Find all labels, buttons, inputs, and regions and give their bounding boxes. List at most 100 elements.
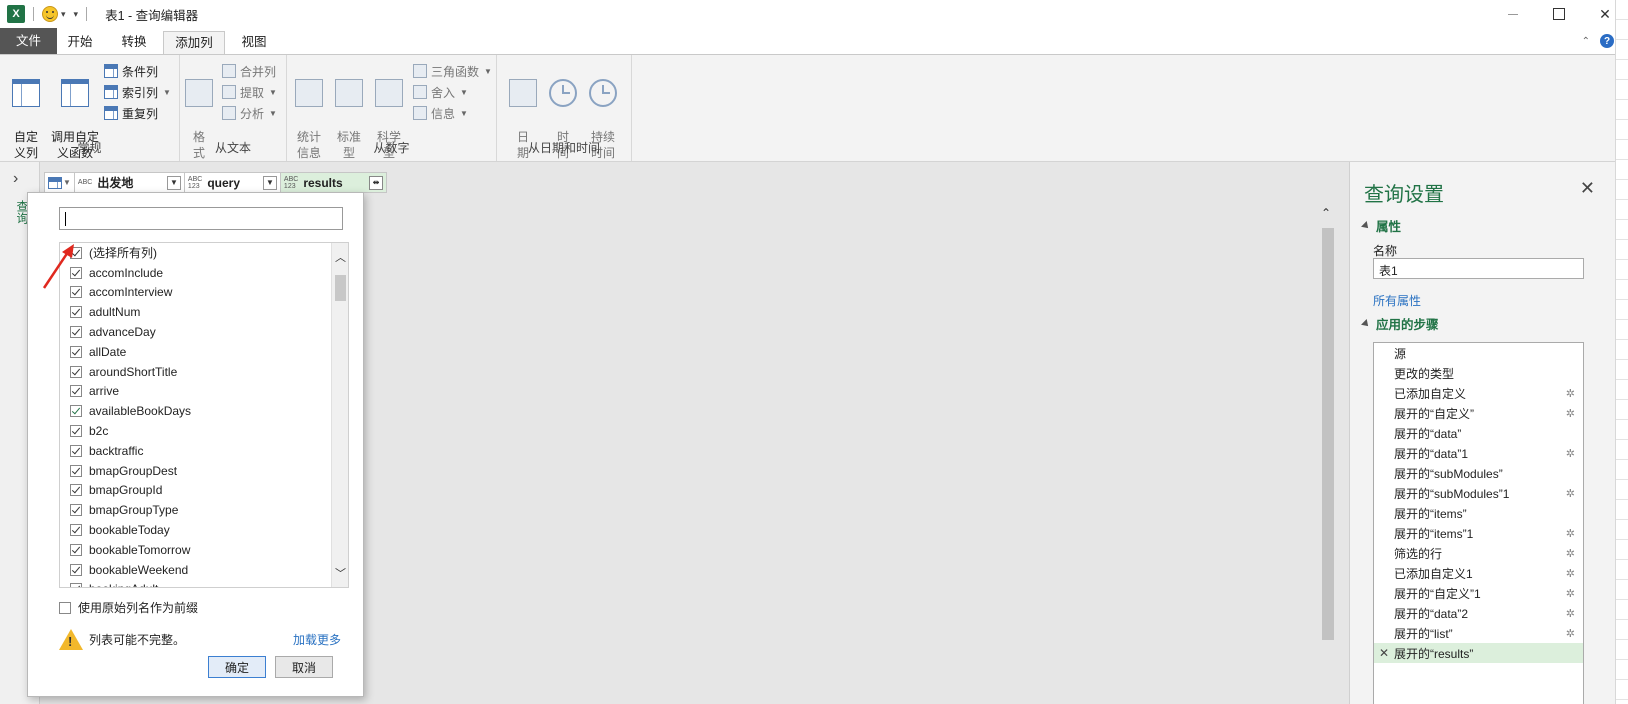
list-item[interactable]: backtraffic (60, 441, 332, 461)
quick-access-customize-icon[interactable]: ▾ (74, 9, 79, 20)
index-column-button[interactable]: 索引列 ▼ (104, 82, 171, 102)
scroll-thumb[interactable] (1322, 228, 1334, 640)
column-checkbox[interactable] (70, 345, 82, 358)
list-item[interactable]: bmapGroupDest (60, 461, 332, 481)
tab-file[interactable]: 文件 (0, 28, 57, 54)
applied-step[interactable]: 展开的“items” (1374, 503, 1583, 523)
column-checkbox[interactable] (70, 326, 82, 339)
applied-steps-section[interactable]: 应用的步骤 (1361, 314, 1439, 333)
collapse-ribbon-icon[interactable]: ⌃ (1582, 36, 1590, 47)
applied-step[interactable]: 展开的“data” (1374, 423, 1583, 443)
applied-step[interactable]: 展开的“自定义”1 ✲ (1374, 583, 1583, 603)
rounding-button[interactable]: 舍入 ▼ (413, 82, 468, 102)
column-filter-icon[interactable]: ▼ (166, 175, 181, 190)
properties-section[interactable]: 属性 (1361, 216, 1401, 235)
applied-step[interactable]: 展开的“items”1 ✲ (1374, 523, 1583, 543)
column-checkbox[interactable] (70, 365, 82, 378)
help-icon[interactable]: ? (1600, 34, 1614, 48)
step-settings-gear-icon[interactable]: ✲ (1566, 587, 1575, 600)
column-header-results[interactable]: ABC 123 results ⇹ (280, 173, 386, 192)
column-checkbox[interactable] (70, 563, 82, 576)
list-item[interactable]: accomInterview (60, 283, 332, 303)
conditional-column-button[interactable]: 条件列 (104, 61, 158, 81)
column-header-origin[interactable]: ABC 出发地 ▼ (75, 173, 185, 192)
load-more-link[interactable]: 加载更多 (293, 631, 341, 648)
column-search-input[interactable] (59, 207, 343, 230)
list-item[interactable]: availableBookDays (60, 401, 332, 421)
table-menu-cell[interactable]: ▼ (45, 173, 75, 192)
column-checkbox[interactable] (70, 504, 82, 517)
scroll-thumb[interactable] (335, 275, 346, 301)
column-checkbox[interactable] (70, 444, 82, 457)
list-item[interactable]: bmapGroupType (60, 500, 332, 520)
column-checkbox[interactable] (70, 583, 82, 587)
step-settings-gear-icon[interactable]: ✲ (1566, 607, 1575, 620)
step-settings-gear-icon[interactable]: ✲ (1566, 387, 1575, 400)
step-settings-gear-icon[interactable]: ✲ (1566, 447, 1575, 460)
information-button[interactable]: 信息 ▼ (413, 103, 468, 123)
column-checkbox[interactable] (70, 524, 82, 537)
column-checkbox[interactable] (70, 385, 82, 398)
list-item[interactable]: (选择所有列) (60, 243, 332, 263)
applied-step[interactable]: 筛选的行 ✲ (1374, 543, 1583, 563)
list-item[interactable]: advanceDay (60, 322, 332, 342)
list-item[interactable]: bookingAdult (60, 580, 332, 587)
prefix-option[interactable]: 使用原始列名作为前缀 (59, 599, 198, 616)
chevron-up-icon[interactable]: ︿ (335, 249, 346, 265)
applied-step[interactable]: 展开的“自定义” ✲ (1374, 403, 1583, 423)
applied-step[interactable]: 展开的“data”1 ✲ (1374, 443, 1583, 463)
chevron-down-icon[interactable]: ﹀ (335, 565, 346, 581)
column-header-query[interactable]: ABC 123 query ▼ (185, 173, 281, 192)
applied-step[interactable]: 展开的“list” ✲ (1374, 623, 1583, 643)
applied-step[interactable]: 展开的“data”2 ✲ (1374, 603, 1583, 623)
applied-step[interactable]: ✕ 展开的“results” (1374, 643, 1583, 663)
feedback-dropdown-icon[interactable]: ▾ (61, 9, 66, 20)
all-properties-link[interactable]: 所有属性 (1373, 292, 1421, 309)
list-item[interactable]: bookableWeekend (60, 560, 332, 580)
column-checkbox[interactable] (70, 405, 82, 418)
list-item[interactable]: aroundShortTitle (60, 362, 332, 382)
scroll-up-icon[interactable]: ⌃ (1321, 206, 1331, 220)
tab-home[interactable]: 开始 (60, 31, 100, 54)
list-item[interactable]: bookableTomorrow (60, 540, 332, 560)
minimize-button[interactable] (1490, 0, 1536, 28)
tab-transform[interactable]: 转换 (114, 31, 154, 54)
applied-step[interactable]: 源 (1374, 343, 1583, 363)
column-checkbox[interactable] (70, 464, 82, 477)
list-item[interactable]: allDate (60, 342, 332, 362)
applied-step[interactable]: 已添加自定义 ✲ (1374, 383, 1583, 403)
merge-columns-button[interactable]: 合并列 (222, 61, 276, 81)
cancel-button[interactable]: 取消 (275, 656, 333, 678)
maximize-button[interactable] (1536, 0, 1582, 28)
applied-step[interactable]: 已添加自定义1 ✲ (1374, 563, 1583, 583)
column-checkbox[interactable] (70, 306, 82, 319)
ok-button[interactable]: 确定 (208, 656, 266, 678)
step-settings-gear-icon[interactable]: ✲ (1566, 487, 1575, 500)
column-checkbox[interactable] (70, 484, 82, 497)
step-settings-gear-icon[interactable]: ✲ (1566, 627, 1575, 640)
column-checkbox[interactable] (70, 425, 82, 438)
close-pane-icon[interactable]: ✕ (1580, 178, 1595, 199)
grid-scrollbar[interactable]: ⌃ (1320, 206, 1336, 694)
list-item[interactable]: bmapGroupId (60, 481, 332, 501)
trigonometry-button[interactable]: 三角函数 ▼ (413, 61, 492, 81)
list-scrollbar[interactable]: ︿ ﹀ (331, 243, 348, 587)
query-name-input[interactable]: 表1 (1373, 258, 1584, 279)
duplicate-column-button[interactable]: 重复列 (104, 103, 158, 123)
parse-button[interactable]: 分析 ▼ (222, 103, 277, 123)
column-checkbox[interactable] (70, 543, 82, 556)
delete-step-icon[interactable]: ✕ (1379, 646, 1389, 660)
step-settings-gear-icon[interactable]: ✲ (1566, 547, 1575, 560)
list-item[interactable]: accomInclude (60, 263, 332, 283)
expand-column-icon[interactable]: ⇹ (368, 175, 383, 190)
applied-step[interactable]: 更改的类型 (1374, 363, 1583, 383)
tab-view[interactable]: 视图 (233, 31, 275, 54)
prefix-checkbox[interactable] (59, 601, 71, 614)
tab-add-column[interactable]: 添加列 (163, 31, 225, 54)
column-filter-icon[interactable]: ▼ (262, 175, 277, 190)
step-settings-gear-icon[interactable]: ✲ (1566, 407, 1575, 420)
list-item[interactable]: b2c (60, 421, 332, 441)
list-item[interactable]: adultNum (60, 302, 332, 322)
extract-button[interactable]: 提取 ▼ (222, 82, 277, 102)
list-item[interactable]: arrive (60, 382, 332, 402)
